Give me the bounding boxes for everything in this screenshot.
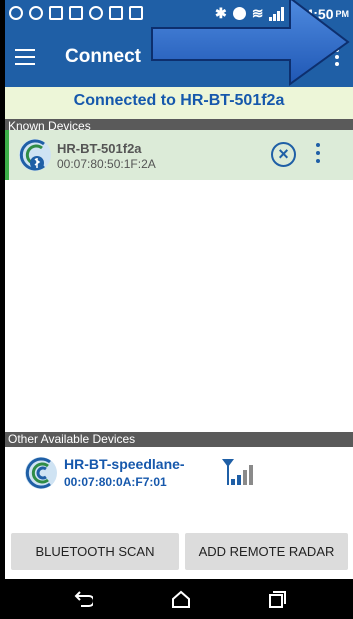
device-name: HR-BT-speedlane- bbox=[64, 456, 185, 472]
back-icon[interactable] bbox=[73, 589, 93, 609]
radar-device-icon bbox=[25, 457, 57, 489]
available-device-row[interactable]: HR-BT-speedlane- 00:07:80:0A:F7:01 bbox=[5, 447, 353, 507]
arrow-annotation-icon bbox=[151, 0, 350, 86]
close-circle-icon[interactable]: × bbox=[271, 142, 296, 167]
known-device-row[interactable]: HR-BT-501f2a 00:07:80:50:1F:2A × bbox=[5, 130, 353, 180]
notification-icons bbox=[9, 6, 143, 20]
notification-icon bbox=[69, 6, 83, 20]
connection-status-banner: Connected to HR-BT-501f2a bbox=[5, 87, 353, 119]
device-mac: 00:07:80:50:1F:2A bbox=[57, 157, 156, 171]
row-overflow-menu-icon[interactable] bbox=[316, 143, 322, 167]
signal-strength-icon bbox=[222, 459, 253, 485]
screen: ✱ ≋ 4:50 PM Connect Connected to HR-BT-5… bbox=[5, 0, 353, 619]
usb-icon bbox=[89, 6, 103, 20]
device-mac: 00:07:80:0A:F7:01 bbox=[64, 475, 167, 489]
notification-icon bbox=[29, 6, 43, 20]
navigation-bar bbox=[5, 579, 353, 619]
hamburger-icon[interactable] bbox=[15, 49, 35, 65]
recents-icon[interactable] bbox=[267, 589, 287, 609]
other-devices-header: Other Available Devices bbox=[5, 432, 353, 447]
bluetooth-scan-button[interactable]: BLUETOOTH SCAN bbox=[11, 533, 179, 570]
add-remote-radar-button[interactable]: ADD REMOTE RADAR bbox=[185, 533, 348, 570]
notification-icon bbox=[9, 6, 23, 20]
home-icon[interactable] bbox=[171, 589, 191, 609]
app-title: Connect bbox=[65, 46, 141, 67]
notification-icon bbox=[109, 6, 123, 20]
connected-indicator bbox=[5, 130, 9, 180]
bluetooth-device-icon bbox=[19, 139, 51, 171]
device-name: HR-BT-501f2a bbox=[57, 141, 142, 156]
mail-icon bbox=[129, 6, 143, 20]
notification-icon bbox=[49, 6, 63, 20]
